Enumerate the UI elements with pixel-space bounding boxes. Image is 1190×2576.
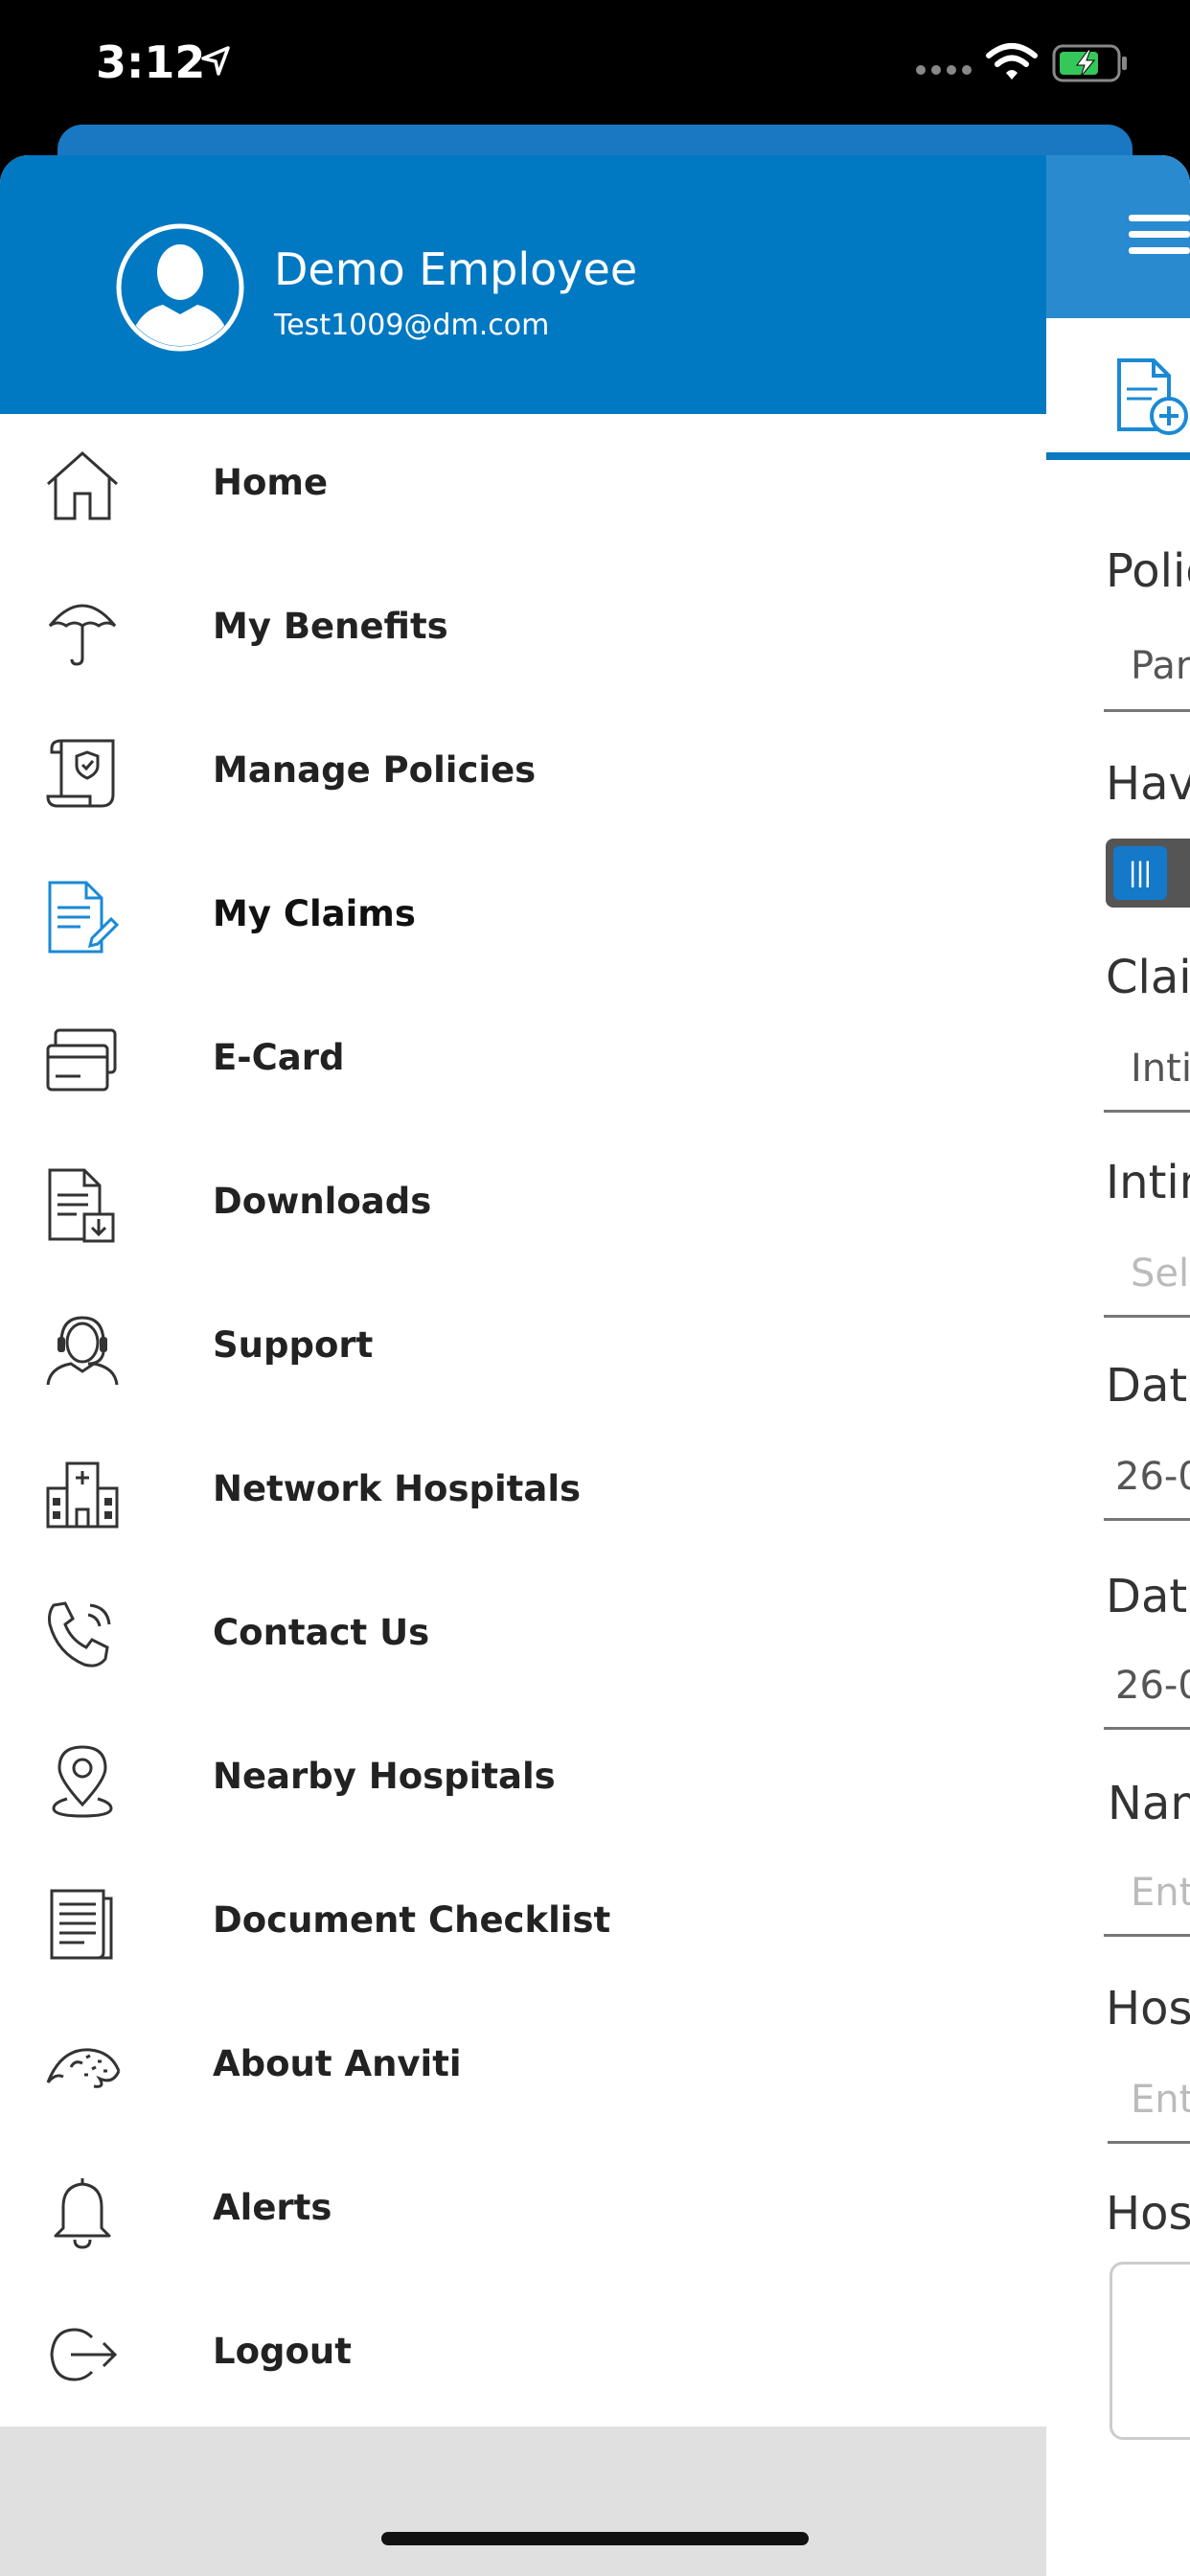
menu-label: My Claims (213, 893, 416, 934)
form-label: Polic (1106, 544, 1190, 598)
drawer-menu: Home My Benefits Manage Policies My Clai… (0, 414, 1046, 2426)
checklist-document-icon (50, 1889, 113, 1960)
menu-item-my-benefits[interactable]: My Benefits (0, 558, 1046, 702)
field-underline (1104, 1727, 1190, 1730)
form-placeholder[interactable]: Ent (1131, 1871, 1190, 1915)
form-value[interactable]: Par (1131, 644, 1190, 688)
hamburger-menu-icon[interactable] (1129, 211, 1190, 259)
form-label: Have (1106, 757, 1190, 811)
phone-icon (48, 1601, 111, 1668)
form-top-bar (1046, 155, 1190, 318)
field-underline (1104, 709, 1190, 712)
field-underline (1104, 1315, 1190, 1318)
form-label: Hos (1106, 2187, 1190, 2241)
battery-icon (1052, 44, 1127, 82)
avatar[interactable] (115, 222, 245, 353)
tab-indicator (1046, 452, 1190, 460)
menu-item-my-claims[interactable]: My Claims (0, 845, 1046, 989)
menu-item-alerts[interactable]: Alerts (0, 2139, 1046, 2283)
field-underline (1104, 1934, 1190, 1937)
form-label: Nam (1108, 1777, 1190, 1830)
home-indicator[interactable] (381, 2532, 809, 2545)
claim-form-screen: Polic Par Have ||| Clain Inti Intin Sel … (1046, 155, 1190, 2576)
form-value[interactable]: 26-0 (1115, 1455, 1190, 1499)
policy-scroll-icon (46, 739, 115, 808)
claims-edit-icon (48, 881, 120, 954)
menu-label: Alerts (213, 2187, 332, 2228)
menu-label: Downloads (213, 1181, 432, 1222)
menu-item-nearby-hospitals[interactable]: Nearby Hospitals (0, 1708, 1046, 1852)
textarea-field[interactable] (1110, 2262, 1190, 2440)
anviti-logo-icon (46, 2048, 121, 2088)
field-underline (1104, 1518, 1190, 1521)
menu-label: Logout (213, 2331, 352, 2372)
menu-item-contact-us[interactable]: Contact Us (0, 1564, 1046, 1708)
menu-item-manage-policies[interactable]: Manage Policies (0, 702, 1046, 845)
form-value[interactable]: Inti (1131, 1046, 1190, 1091)
form-label: Clain (1106, 951, 1190, 1004)
hospital-icon (46, 1461, 119, 1529)
status-time: 3:12 (96, 36, 206, 88)
app-sheet: Polic Par Have ||| Clain Inti Intin Sel … (0, 155, 1190, 2576)
menu-label: My Benefits (213, 606, 448, 647)
form-label: Intin (1106, 1156, 1190, 1209)
form-placeholder[interactable]: Ent (1131, 2078, 1190, 2122)
menu-label: Support (213, 1324, 374, 1366)
menu-label: Document Checklist (213, 1899, 611, 1941)
menu-label: Nearby Hospitals (213, 1756, 556, 1797)
user-email: Test1009@dm.com (274, 309, 550, 342)
menu-item-support[interactable]: Support (0, 1276, 1046, 1420)
user-name: Demo Employee (274, 243, 638, 295)
headset-agent-icon (46, 1316, 119, 1386)
logout-icon (50, 2328, 118, 2381)
form-value[interactable]: 26-0 (1115, 1664, 1190, 1708)
wifi-icon (986, 43, 1038, 80)
signal-icon (916, 65, 972, 75)
menu-item-network-hospitals[interactable]: Network Hospitals (0, 1420, 1046, 1564)
menu-label: Network Hospitals (213, 1468, 582, 1509)
navigation-drawer: Demo Employee Test1009@dm.com Home My Be… (0, 155, 1046, 2576)
form-label: Hos (1106, 1982, 1190, 2036)
menu-label: Manage Policies (213, 749, 537, 791)
menu-label: E-Card (213, 1037, 345, 1078)
menu-item-home[interactable]: Home (0, 414, 1046, 558)
location-pin-icon (52, 1745, 113, 1818)
status-bar: 3:12 (0, 0, 1190, 125)
field-underline (1104, 1110, 1190, 1113)
menu-label: About Anviti (213, 2043, 462, 2084)
menu-item-about-anviti[interactable]: About Anviti (0, 1995, 1046, 2139)
menu-item-downloads[interactable]: Downloads (0, 1133, 1046, 1276)
umbrella-icon (48, 604, 117, 666)
toggle-knob: ||| (1113, 846, 1167, 900)
new-claim-document-icon[interactable] (1115, 356, 1190, 437)
menu-label: Home (213, 462, 329, 503)
bell-icon (54, 2178, 111, 2249)
card-icon (46, 1028, 117, 1092)
menu-label: Contact Us (213, 1612, 430, 1653)
drawer-header: Demo Employee Test1009@dm.com (0, 155, 1046, 414)
menu-item-logout[interactable]: Logout (0, 2283, 1046, 2426)
download-document-icon (48, 1168, 115, 1243)
menu-item-e-card[interactable]: E-Card (0, 989, 1046, 1133)
toggle-switch[interactable]: ||| (1106, 839, 1190, 908)
menu-item-document-checklist[interactable]: Document Checklist (0, 1852, 1046, 1995)
location-arrow-icon (201, 46, 230, 76)
form-placeholder[interactable]: Sel (1131, 1252, 1189, 1296)
form-label: Date (1106, 1570, 1190, 1623)
field-underline (1108, 2141, 1190, 2144)
form-label: Date (1106, 1359, 1190, 1413)
home-icon (47, 450, 118, 520)
